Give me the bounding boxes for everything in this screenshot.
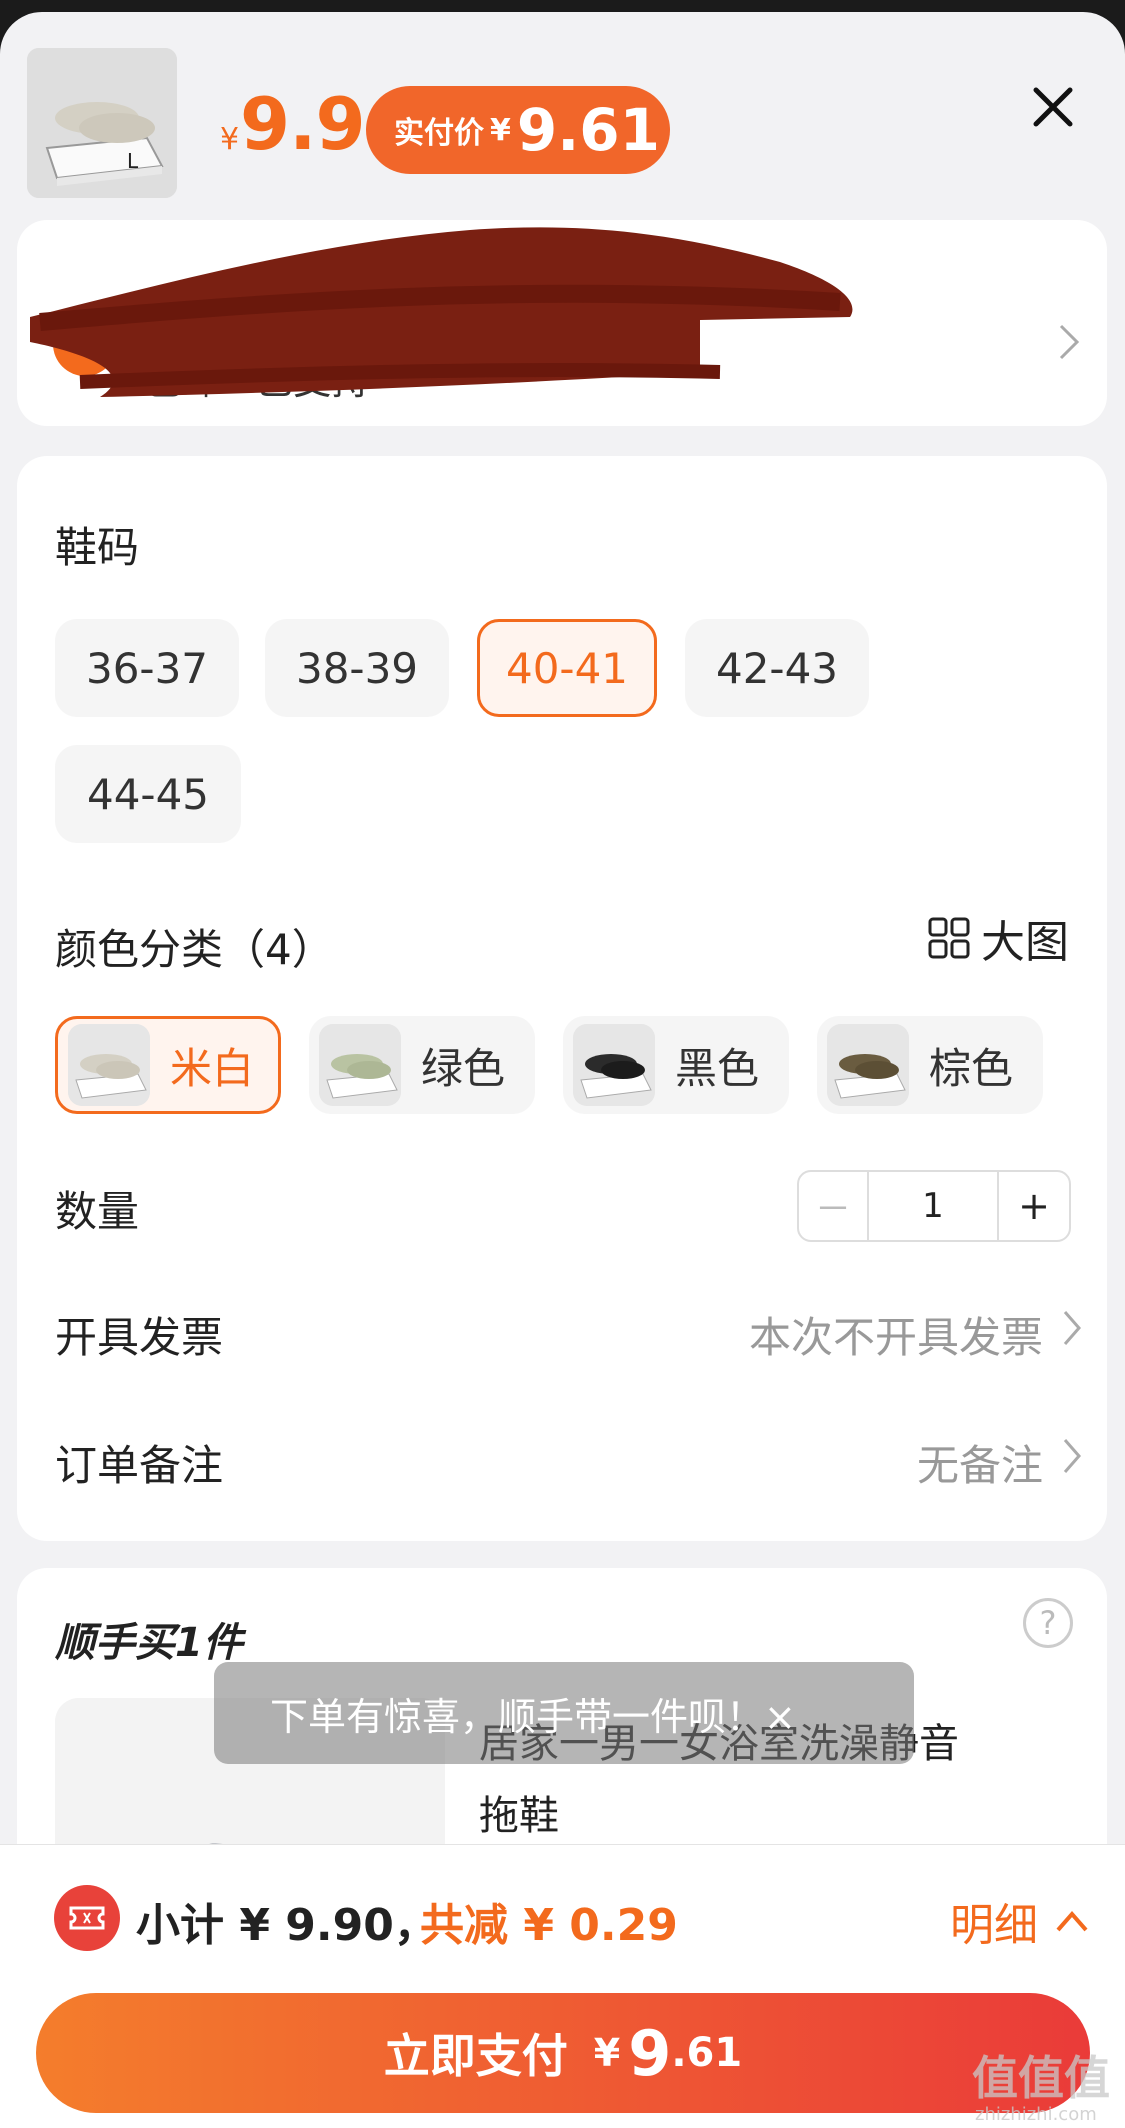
detail-toggle[interactable]: 明细 <box>950 1889 1092 1953</box>
size-option-38-39[interactable]: 38-39 <box>265 619 449 717</box>
remark-value: 无备注 <box>916 1441 1043 1490</box>
coupon-icon <box>54 1885 120 1951</box>
svg-text:L: L <box>127 149 139 173</box>
addon-title: 顺手买1件 <box>55 1620 243 1666</box>
promo-toast[interactable]: 下单有惊喜，顺手带一件呗！× <box>214 1662 914 1764</box>
pay-now-currency: ¥ <box>593 2031 621 2075</box>
color-option-label: 绿色 <box>421 1043 506 1093</box>
pay-now-label: 立即支付 <box>383 2029 568 2083</box>
price-currency: ¥ <box>220 122 240 157</box>
chevron-up-icon <box>1056 1910 1088 1932</box>
checkout-footer: 小计 ¥ 9.90， 共减 ¥ 0.29 明细 立即支付 ¥ 9 .61 <box>0 1844 1125 2128</box>
chevron-right-icon <box>1061 1308 1083 1352</box>
size-option-42-43[interactable]: 42-43 <box>685 619 869 717</box>
color-swatch-image <box>827 1024 909 1106</box>
big-picture-toggle[interactable]: 大图 <box>927 906 1069 970</box>
actual-pay-label: 实付价 <box>394 116 484 151</box>
watermark-url: zhizhizhi.com <box>975 2104 1097 2125</box>
product-price: 9.9 <box>240 82 366 166</box>
detail-label: 明细 <box>950 1900 1038 1951</box>
actual-pay-badge: 实付价 ¥ 9.61 <box>366 86 670 174</box>
color-option-off-white[interactable]: 米白 <box>55 1016 281 1114</box>
size-option-36-37[interactable]: 36-37 <box>55 619 239 717</box>
quantity-plus-button[interactable]: + <box>999 1172 1069 1240</box>
color-title: 颜色分类（4） <box>55 925 334 974</box>
color-option-label: 黑色 <box>675 1043 760 1093</box>
product-thumbnail[interactable]: L <box>27 48 177 198</box>
quantity-minus-button[interactable]: － <box>799 1172 869 1240</box>
color-option-green[interactable]: 绿色 <box>309 1016 535 1114</box>
color-swatch-image <box>68 1024 150 1106</box>
color-option-brown[interactable]: 棕色 <box>817 1016 1043 1114</box>
pay-now-decimal: .61 <box>671 2030 743 2076</box>
redaction-scribble <box>20 222 870 412</box>
quantity-value[interactable]: 1 <box>869 1172 999 1240</box>
chevron-right-icon <box>1061 1436 1083 1480</box>
size-option-44-45[interactable]: 44-45 <box>55 745 241 843</box>
color-option-label: 棕色 <box>929 1043 1014 1093</box>
options-card: 鞋码 36-37 38-39 40-41 42-43 44-45 颜色分类（4）… <box>17 456 1107 1541</box>
invoice-value: 本次不开具发票 <box>748 1313 1043 1362</box>
size-option-40-41[interactable]: 40-41 <box>477 619 657 717</box>
close-icon[interactable] <box>1030 84 1076 130</box>
watermark: 值值值 <box>972 2051 1110 2105</box>
help-icon[interactable]: ? <box>1023 1598 1073 1648</box>
pay-now-integer: 9 <box>628 2016 672 2090</box>
quantity-label: 数量 <box>55 1187 140 1236</box>
size-title: 鞋码 <box>55 523 140 572</box>
color-option-black[interactable]: 黑色 <box>563 1016 789 1114</box>
color-swatch-image <box>573 1024 655 1106</box>
actual-pay-currency: ¥ <box>490 112 511 148</box>
chevron-right-icon <box>1057 322 1081 366</box>
remark-label: 订单备注 <box>55 1441 224 1490</box>
actual-pay-price: 9.61 <box>516 96 660 164</box>
color-swatch-image <box>319 1024 401 1106</box>
sku-sheet: L ¥ 9.9 实付价 ¥ 9.61 包邮 · 已支持 鞋码 36-37 38-… <box>0 12 1125 2128</box>
subtotal-text: 小计 ¥ 9.90， <box>136 1900 438 1951</box>
invoice-label: 开具发票 <box>55 1313 224 1362</box>
discount-text: 共减 ¥ 0.29 <box>420 1900 678 1951</box>
grid-icon <box>928 917 970 959</box>
color-option-label: 米白 <box>170 1043 255 1093</box>
pay-now-button[interactable]: 立即支付 ¥ 9 .61 <box>36 1993 1090 2113</box>
big-picture-label: 大图 <box>981 917 1069 968</box>
quantity-stepper: － 1 + <box>797 1170 1071 1242</box>
